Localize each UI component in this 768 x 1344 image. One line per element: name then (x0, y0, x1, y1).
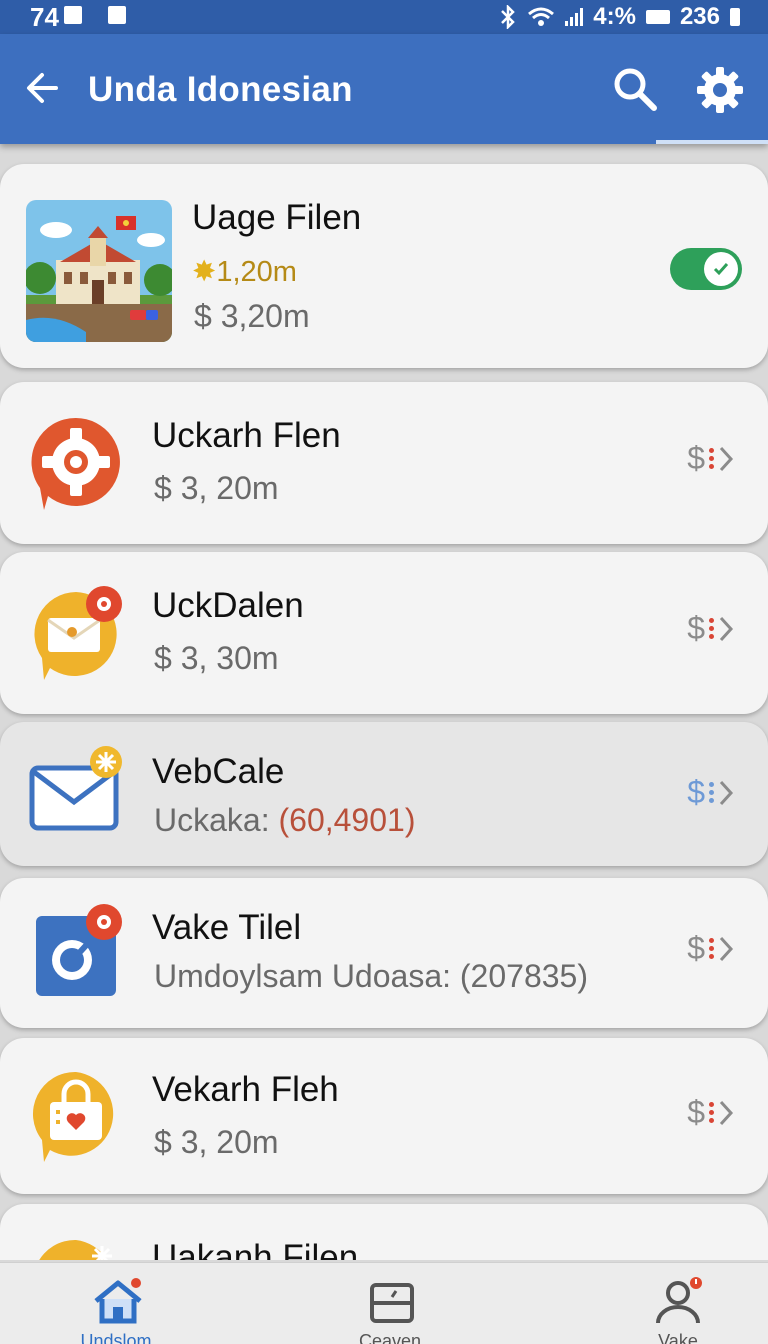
chevron-right-icon (719, 780, 734, 805)
item-name: Vekarh Fleh (152, 1070, 339, 1109)
item-name: VebCale (152, 752, 285, 791)
status-bar: 74 4:% 236 (0, 0, 768, 34)
wallet-icon (370, 1283, 414, 1323)
item-name: Uakanh Filen (152, 1238, 359, 1260)
nav-item-home[interactable]: Undslom (16, 1263, 216, 1344)
more-dots-icon (709, 448, 714, 469)
battery-icon (645, 10, 670, 24)
nav-item-profile[interactable]: Vake (578, 1263, 768, 1344)
envelope-app-icon (29, 746, 122, 831)
status-clock: 236 (679, 3, 720, 30)
item-name: UckDalen (152, 586, 304, 625)
item-price: $ 3, 20m (154, 470, 279, 506)
indicator-icon (730, 8, 740, 26)
sim-icon (108, 6, 126, 24)
more-dots-icon (709, 782, 714, 803)
back-arrow-icon[interactable] (22, 68, 62, 108)
list-item[interactable]: Uckarh Flen $ 3, 20m $ (0, 382, 768, 544)
item-name: Uckarh Flen (152, 416, 341, 455)
settings-app-icon (31, 417, 120, 510)
chevron-right-icon (719, 446, 734, 471)
item-list: Uage Filen ✸1,20m $ 3,20m Uckarh Flen $ … (0, 160, 768, 1260)
more-dots-icon (709, 1102, 714, 1123)
mail-app-icon (34, 586, 122, 680)
star-icon: ✸ (192, 256, 217, 288)
list-item[interactable]: UckDalen $ 3, 30m $ (0, 552, 768, 714)
bluetooth-icon (501, 5, 516, 29)
signal-icon (565, 8, 584, 26)
shopping-bag-app-icon (32, 1071, 114, 1162)
nav-label: Ceaven (358, 1331, 422, 1344)
star-app-icon (39, 1239, 112, 1260)
nav-label: Vake (658, 1331, 698, 1344)
item-trailing[interactable]: $ (687, 440, 734, 477)
more-dots-icon (709, 618, 714, 639)
status-time: 74 (30, 2, 59, 32)
list-item[interactable]: Uakanh Filen (0, 1204, 768, 1260)
item-trailing[interactable]: $ (687, 610, 734, 647)
list-item[interactable]: Vekarh Fleh $ 3, 20m $ (0, 1038, 768, 1194)
app-bar: Unda Idonesian (0, 34, 768, 144)
check-icon (704, 252, 738, 286)
item-trailing[interactable]: $ (687, 1094, 734, 1131)
item-price: $ 3,20m (194, 298, 310, 334)
item-trailing[interactable]: $ (687, 930, 734, 967)
chevron-right-icon (719, 616, 734, 641)
home-icon (94, 1278, 142, 1324)
notification-icon (64, 6, 82, 24)
list-item[interactable]: Vake Tilel Umdoylsam Udoasa: (207835) $ (0, 878, 768, 1028)
item-trailing[interactable]: $ (687, 774, 734, 811)
gear-icon[interactable] (694, 64, 746, 116)
list-item[interactable]: Uage Filen ✸1,20m $ 3,20m (0, 164, 768, 368)
item-price: $ 3, 20m (154, 1124, 279, 1160)
nav-label: Undslom (80, 1331, 152, 1344)
item-thumbnail (26, 200, 172, 342)
wifi-icon (528, 7, 555, 26)
item-rating: ✸1,20m (192, 256, 297, 288)
profile-icon (656, 1277, 702, 1324)
item-sub: Umdoylsam Udoasa: (207835) (154, 958, 588, 994)
search-icon[interactable] (610, 64, 660, 114)
nav-item-wallet[interactable]: Ceaven (290, 1263, 490, 1344)
battery-percent: 4:% (593, 3, 636, 30)
bottom-nav: Undslom Ceaven Vake (0, 1262, 768, 1344)
more-dots-icon (709, 938, 714, 959)
item-name: Vake Tilel (152, 908, 302, 947)
tab-indicator (656, 140, 768, 144)
status-right: 4:% 236 (499, 0, 740, 34)
camera-app-icon (36, 904, 122, 996)
item-name: Uage Filen (192, 198, 362, 237)
page-title: Unda Idonesian (88, 70, 353, 109)
item-sub: Uckaka: (60,4901) (154, 802, 416, 838)
item-toggle[interactable] (670, 248, 742, 290)
list-item[interactable]: VebCale Uckaka: (60,4901) $ (0, 722, 768, 866)
chevron-right-icon (719, 936, 734, 961)
chevron-right-icon (719, 1100, 734, 1125)
item-price: $ 3, 30m (154, 640, 279, 676)
